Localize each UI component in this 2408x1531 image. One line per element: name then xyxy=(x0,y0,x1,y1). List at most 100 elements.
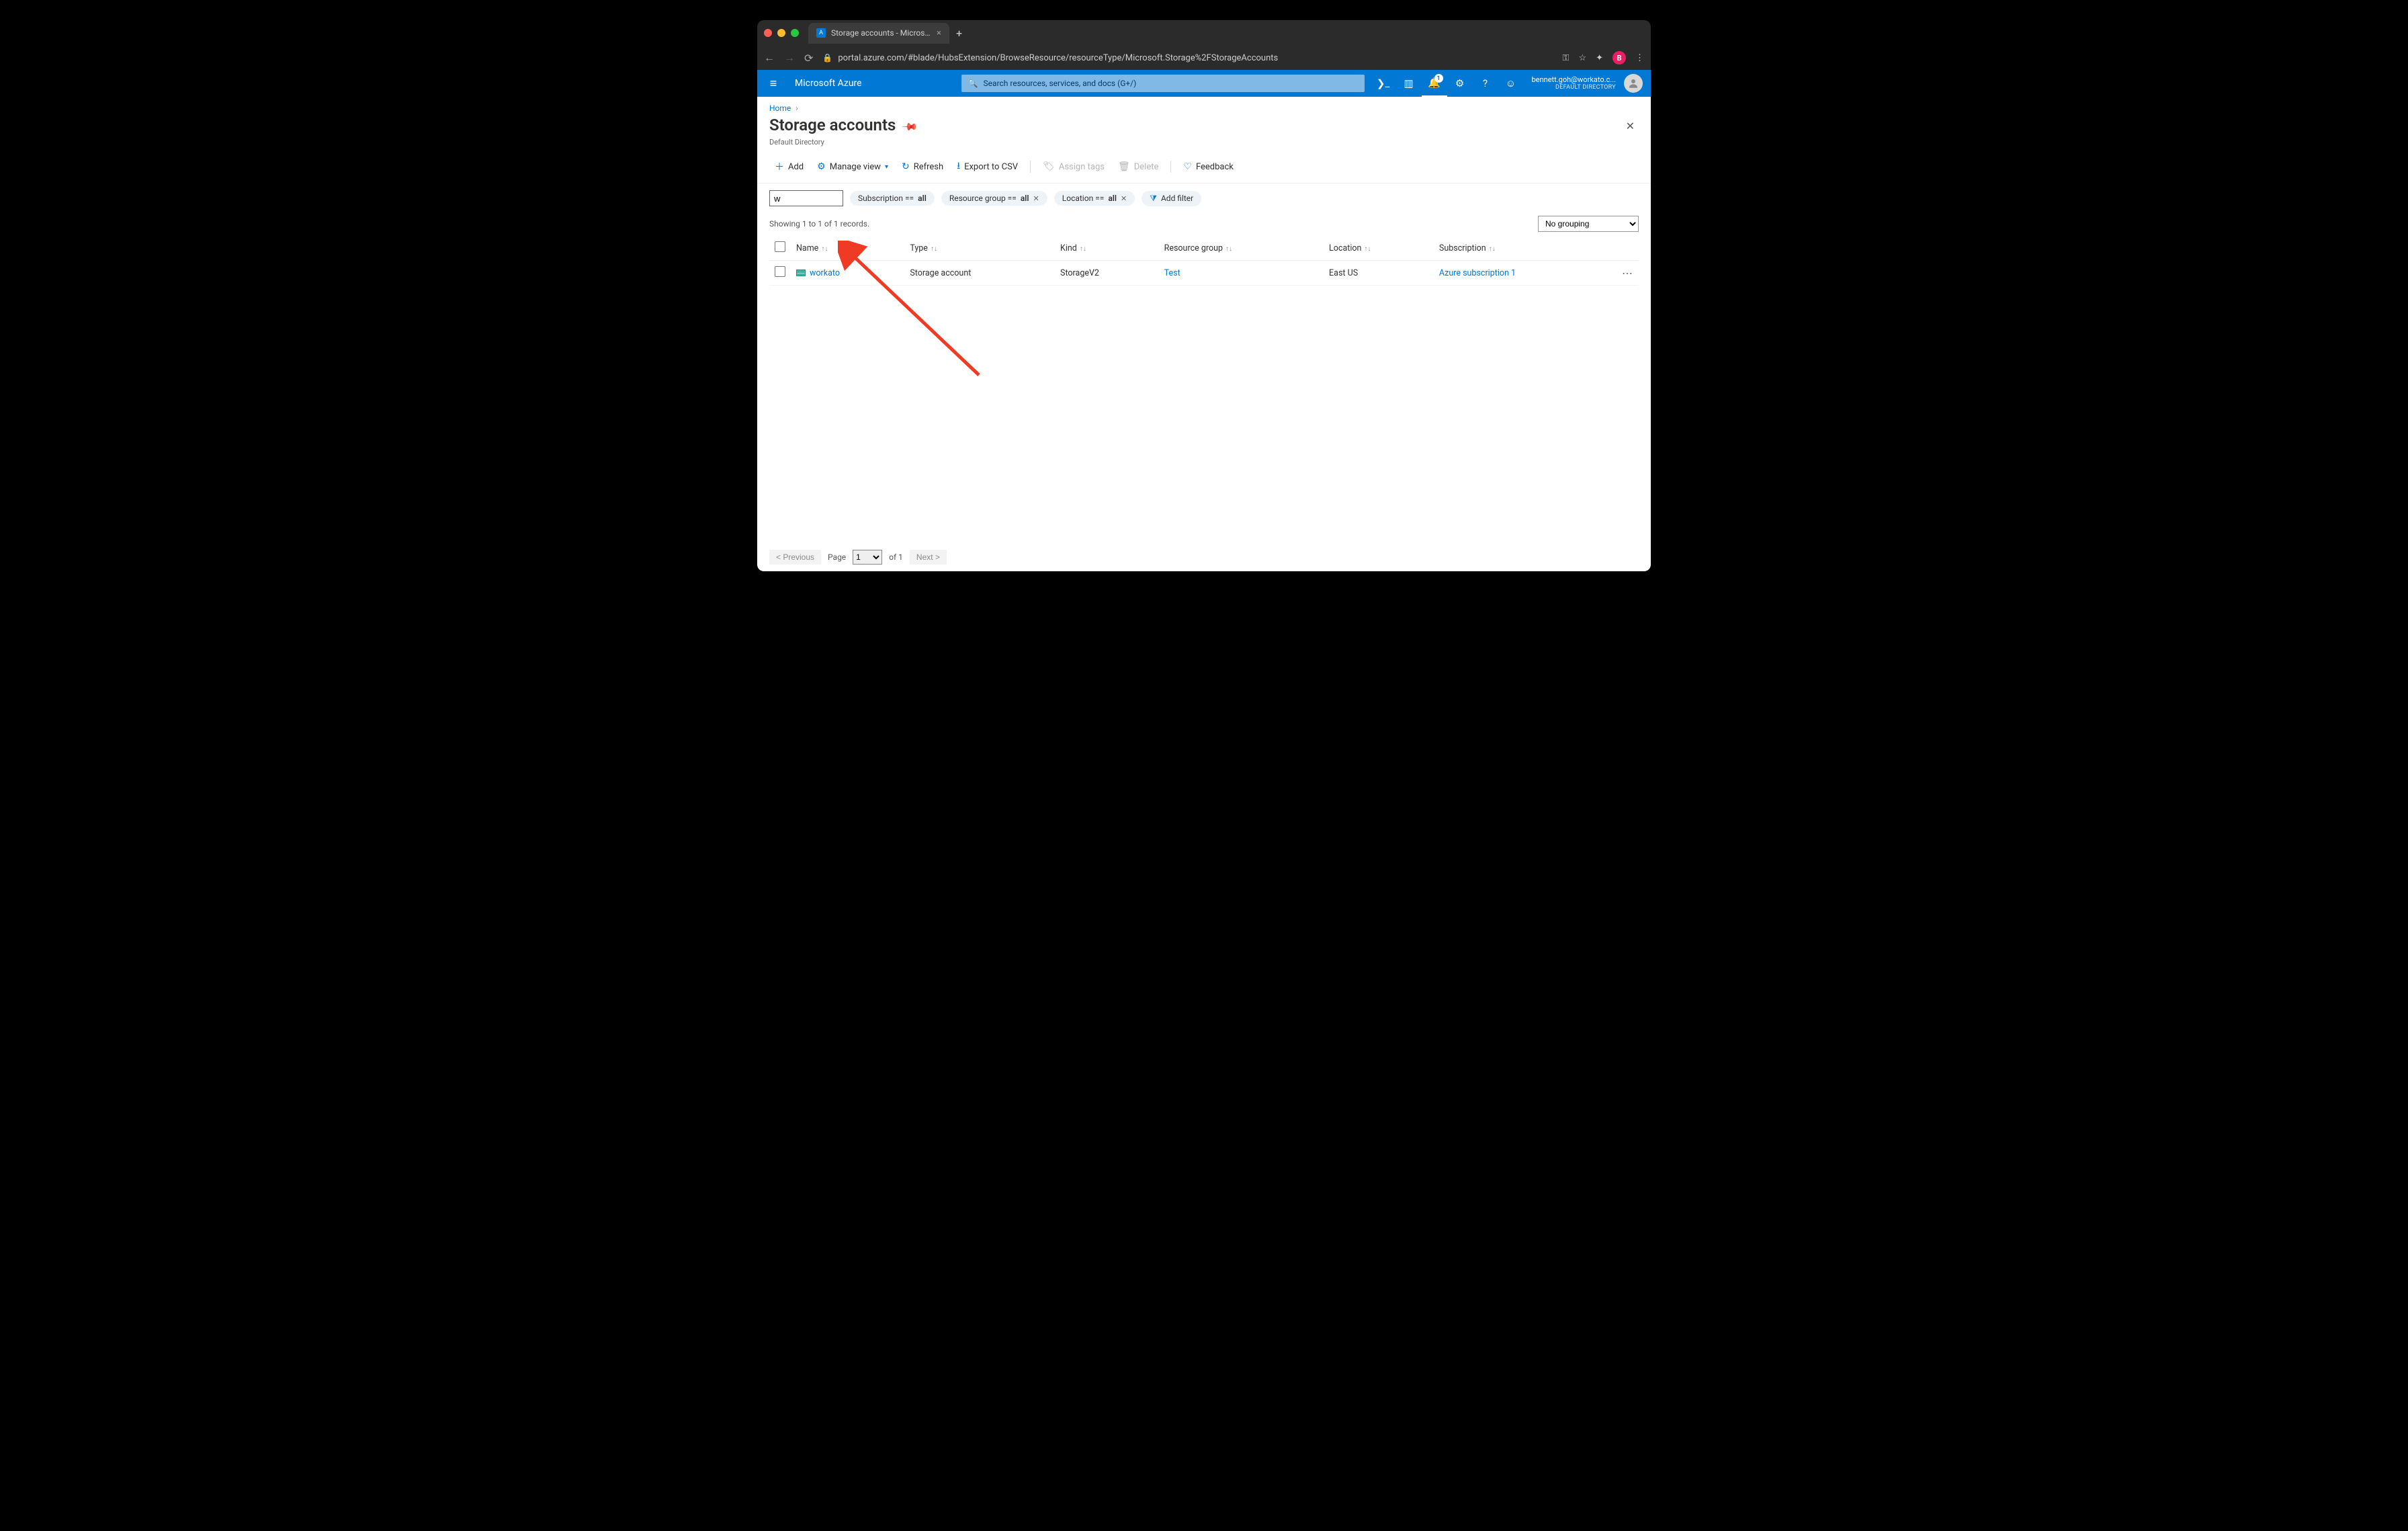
location-filter-pill[interactable]: Location == all ✕ xyxy=(1054,191,1135,206)
browser-menu-icon[interactable]: ⋮ xyxy=(1635,53,1644,63)
azure-top-bar: ≡ Microsoft Azure 🔍 Search resources, se… xyxy=(757,70,1651,97)
heart-icon: ♡ xyxy=(1183,161,1192,172)
lock-icon: 🔒 xyxy=(822,53,832,63)
url-text: portal.azure.com/#blade/HubsExtension/Br… xyxy=(838,53,1278,63)
brand-label[interactable]: Microsoft Azure xyxy=(789,78,867,89)
column-kind[interactable]: Kind↑↓ xyxy=(1055,236,1159,261)
filter-bar: Subscription == all Resource group == al… xyxy=(757,183,1651,210)
reload-button[interactable]: ⟳ xyxy=(804,52,813,65)
browser-address-bar: ← → ⟳ 🔒 portal.azure.com/#blade/HubsExte… xyxy=(757,46,1651,70)
page-select[interactable]: 1 xyxy=(853,550,882,565)
clear-filter-icon[interactable]: ✕ xyxy=(1121,194,1127,203)
storage-account-icon xyxy=(796,270,806,276)
pin-icon[interactable]: 📌 xyxy=(902,118,919,136)
gear-icon: ⚙ xyxy=(817,161,826,172)
user-directory: DEFAULT DIRECTORY xyxy=(1532,84,1616,91)
directories-icon[interactable]: ▥ xyxy=(1396,70,1422,97)
arrow-annotation xyxy=(838,241,992,382)
delete-button: 🗑Delete xyxy=(1113,159,1164,175)
notifications-icon[interactable]: 🔔1 xyxy=(1422,70,1447,97)
sort-icon: ↑↓ xyxy=(1364,245,1371,253)
tag-icon: 🏷 xyxy=(1043,161,1055,172)
user-email: bennett.goh@workato.c... xyxy=(1532,75,1616,84)
divider xyxy=(1030,161,1031,173)
download-icon: ⭳ xyxy=(957,159,960,175)
subscription-link[interactable]: Azure subscription 1 xyxy=(1439,268,1516,278)
row-more-menu[interactable]: ⋯ xyxy=(1622,267,1633,280)
previous-page-button[interactable]: < Previous xyxy=(769,550,821,565)
tab-title: Storage accounts - Microsoft A xyxy=(831,28,931,38)
maximize-window-button[interactable] xyxy=(791,29,799,37)
resource-name-link[interactable]: workato xyxy=(810,268,840,278)
user-avatar-icon[interactable] xyxy=(1624,74,1643,93)
hamburger-menu-icon[interactable]: ≡ xyxy=(757,77,789,91)
key-icon[interactable]: ⚿ xyxy=(1563,53,1570,63)
user-account-block[interactable]: bennett.goh@workato.c... DEFAULT DIRECTO… xyxy=(1524,75,1624,91)
pager: < Previous Page 1 of 1 Next > xyxy=(769,550,947,565)
plus-icon: ＋ xyxy=(775,160,784,173)
breadcrumb-home[interactable]: Home xyxy=(769,104,791,113)
back-button[interactable]: ← xyxy=(764,51,775,65)
page-of-text: of 1 xyxy=(889,552,903,562)
resource-group-filter-pill[interactable]: Resource group == all ✕ xyxy=(941,191,1047,206)
export-csv-button[interactable]: ⭳Export to CSV xyxy=(951,156,1023,177)
add-button[interactable]: ＋Add xyxy=(769,157,809,176)
extensions-icon[interactable]: ✦ xyxy=(1596,53,1603,63)
close-blade-button[interactable]: ✕ xyxy=(1622,116,1639,136)
name-filter-input[interactable] xyxy=(769,190,843,206)
filter-icon: ⧩ xyxy=(1150,194,1157,204)
column-resource-group[interactable]: Resource group↑↓ xyxy=(1159,236,1324,261)
sort-icon: ↑↓ xyxy=(821,245,828,253)
feedback-face-icon[interactable]: ☺ xyxy=(1498,70,1524,97)
new-tab-button[interactable]: + xyxy=(956,27,962,40)
column-subscription[interactable]: Subscription↑↓ xyxy=(1434,236,1617,261)
records-count-text: Showing 1 to 1 of 1 records. xyxy=(769,219,869,229)
next-page-button[interactable]: Next > xyxy=(910,550,947,565)
grouping-select[interactable]: No grouping xyxy=(1538,216,1639,232)
help-icon[interactable]: ? xyxy=(1473,70,1498,97)
clear-filter-icon[interactable]: ✕ xyxy=(1033,194,1039,203)
sort-icon: ↑↓ xyxy=(1080,245,1086,253)
star-icon[interactable]: ☆ xyxy=(1578,53,1586,63)
close-window-button[interactable] xyxy=(764,29,772,37)
close-tab-icon[interactable]: × xyxy=(937,28,941,38)
page-label: Page xyxy=(828,552,846,562)
page-title: Storage accounts xyxy=(769,116,896,134)
divider xyxy=(1170,161,1171,173)
browser-tab-bar: A Storage accounts - Microsoft A × + xyxy=(757,20,1651,46)
breadcrumb: Home › xyxy=(757,97,1651,113)
add-filter-button[interactable]: ⧩ Add filter xyxy=(1142,191,1201,206)
minimize-window-button[interactable] xyxy=(777,29,785,37)
assign-tags-button: 🏷Assign tags xyxy=(1037,159,1110,175)
blade-content: Home › Storage accounts 📌 ✕ Default Dire… xyxy=(757,97,1651,571)
search-icon: 🔍 xyxy=(968,79,978,88)
azure-favicon: A xyxy=(816,28,826,38)
select-all-checkbox[interactable] xyxy=(775,241,785,252)
window-controls xyxy=(764,29,799,37)
refresh-icon: ↻ xyxy=(902,161,910,172)
settings-icon[interactable]: ⚙ xyxy=(1447,70,1473,97)
feedback-button[interactable]: ♡Feedback xyxy=(1178,159,1239,175)
manage-view-button[interactable]: ⚙Manage view▾ xyxy=(812,159,894,175)
cloud-shell-icon[interactable]: ❯_ xyxy=(1371,70,1396,97)
command-bar: ＋Add ⚙Manage view▾ ↻Refresh ⭳Export to C… xyxy=(757,153,1651,183)
sort-icon: ↑↓ xyxy=(1226,245,1232,253)
subscription-filter-pill[interactable]: Subscription == all xyxy=(850,191,935,206)
sort-icon: ↑↓ xyxy=(1489,245,1496,253)
row-checkbox[interactable] xyxy=(775,266,785,277)
cell-location: East US xyxy=(1324,261,1434,286)
resource-group-link[interactable]: Test xyxy=(1164,268,1180,278)
chevron-down-icon: ▾ xyxy=(885,163,888,171)
column-location[interactable]: Location↑↓ xyxy=(1324,236,1434,261)
trash-icon: 🗑 xyxy=(1118,161,1130,172)
browser-tab[interactable]: A Storage accounts - Microsoft A × xyxy=(808,23,949,44)
profile-avatar-button[interactable]: B xyxy=(1612,51,1626,65)
page-subtitle: Default Directory xyxy=(757,136,1651,153)
cell-kind: StorageV2 xyxy=(1055,261,1159,286)
refresh-button[interactable]: ↻Refresh xyxy=(896,159,949,175)
url-field[interactable]: 🔒 portal.azure.com/#blade/HubsExtension/… xyxy=(822,53,1553,63)
search-placeholder: Search resources, services, and docs (G+… xyxy=(984,79,1137,88)
global-search-input[interactable]: 🔍 Search resources, services, and docs (… xyxy=(961,75,1365,92)
chevron-right-icon: › xyxy=(796,104,798,113)
forward-button[interactable]: → xyxy=(784,51,795,65)
